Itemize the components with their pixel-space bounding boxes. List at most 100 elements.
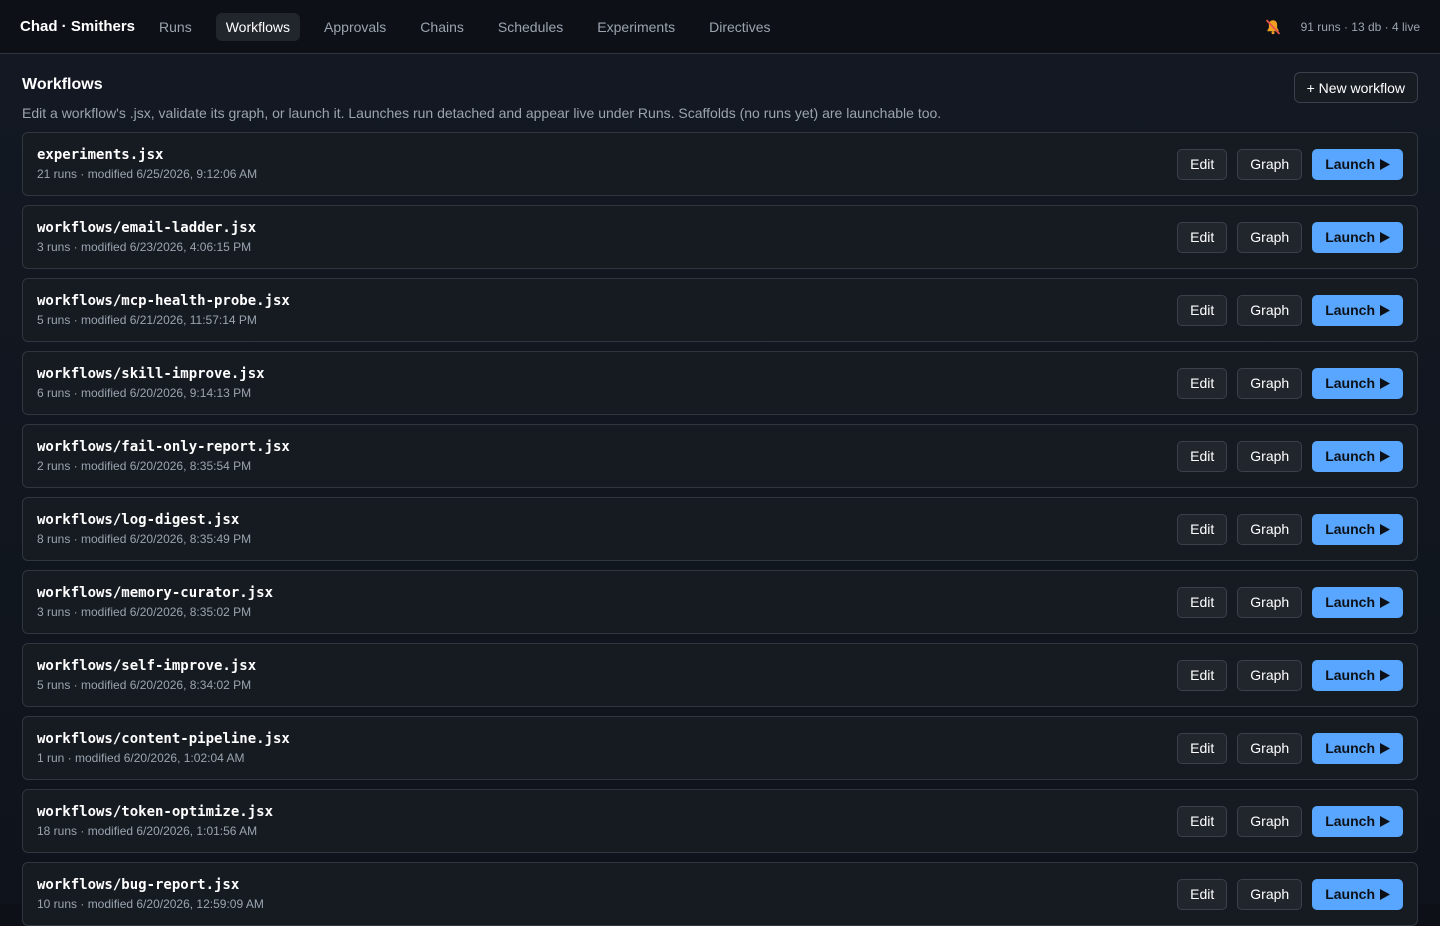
workflow-row: workflows/email-ladder.jsx 3 runs · modif… bbox=[22, 205, 1418, 269]
workflow-actions: Edit Graph Launch bbox=[1177, 367, 1403, 399]
bell-muted-icon[interactable] bbox=[1263, 17, 1283, 37]
page-description: Edit a workflow's .jsx, validate its gra… bbox=[22, 105, 942, 121]
launch-button[interactable]: Launch bbox=[1312, 878, 1403, 910]
play-icon bbox=[1380, 596, 1390, 608]
workflow-info: workflows/fail-only-report.jsx 2 runs · m… bbox=[37, 439, 290, 473]
workflow-actions: Edit Graph Launch bbox=[1177, 221, 1403, 253]
launch-button[interactable]: Launch bbox=[1312, 367, 1403, 399]
launch-button[interactable]: Launch bbox=[1312, 148, 1403, 180]
edit-button[interactable]: Edit bbox=[1177, 659, 1228, 691]
launch-label: Launch bbox=[1325, 667, 1375, 683]
nav-tab-experiments[interactable]: Experiments bbox=[587, 13, 685, 41]
edit-button[interactable]: Edit bbox=[1177, 805, 1228, 837]
edit-button[interactable]: Edit bbox=[1177, 294, 1228, 326]
launch-button[interactable]: Launch bbox=[1312, 732, 1403, 764]
nav-tab-schedules[interactable]: Schedules bbox=[488, 13, 573, 41]
play-icon bbox=[1380, 888, 1390, 900]
workflow-info: workflows/bug-report.jsx 10 runs · modifi… bbox=[37, 877, 264, 911]
top-bar: Chad · Smithers Runs Workflows Approvals… bbox=[0, 0, 1440, 54]
workflow-actions: Edit Graph Launch bbox=[1177, 440, 1403, 472]
new-workflow-button[interactable]: + New workflow bbox=[1293, 72, 1418, 103]
launch-button[interactable]: Launch bbox=[1312, 805, 1403, 837]
workflow-name: workflows/bug-report.jsx bbox=[37, 877, 240, 893]
workflow-name: workflows/skill-improve.jsx bbox=[37, 366, 265, 382]
graph-button[interactable]: Graph bbox=[1237, 586, 1303, 618]
workflow-info: workflows/skill-improve.jsx 6 runs · modi… bbox=[37, 366, 265, 400]
play-icon bbox=[1380, 523, 1390, 535]
nav-tab-directives[interactable]: Directives bbox=[699, 13, 780, 41]
workflow-actions: Edit Graph Launch bbox=[1177, 294, 1403, 326]
launch-label: Launch bbox=[1325, 813, 1375, 829]
edit-button[interactable]: Edit bbox=[1177, 148, 1228, 180]
workflow-meta: 5 runs · modified 6/20/2026, 8:34:02 PM bbox=[37, 678, 252, 692]
workflow-meta: 1 run · modified 6/20/2026, 1:02:04 AM bbox=[37, 751, 245, 765]
launch-label: Launch bbox=[1325, 375, 1375, 391]
workflow-actions: Edit Graph Launch bbox=[1177, 148, 1403, 180]
workflow-meta: 3 runs · modified 6/20/2026, 8:35:02 PM bbox=[37, 605, 252, 619]
workflow-actions: Edit Graph Launch bbox=[1177, 586, 1403, 618]
launch-button[interactable]: Launch bbox=[1312, 513, 1403, 545]
graph-button[interactable]: Graph bbox=[1237, 440, 1303, 472]
launch-label: Launch bbox=[1325, 594, 1375, 610]
workflow-list: experiments.jsx 21 runs · modified 6/25/2… bbox=[22, 132, 1418, 926]
launch-button[interactable]: Launch bbox=[1312, 221, 1403, 253]
graph-button[interactable]: Graph bbox=[1237, 878, 1303, 910]
workflow-name: workflows/email-ladder.jsx bbox=[37, 220, 257, 236]
workflow-info: workflows/token-optimize.jsx 18 runs · mo… bbox=[37, 804, 273, 838]
workflow-actions: Edit Graph Launch bbox=[1177, 513, 1403, 545]
workflow-name: experiments.jsx bbox=[37, 147, 164, 163]
launch-button[interactable]: Launch bbox=[1312, 659, 1403, 691]
page-title: Workflows bbox=[22, 76, 103, 93]
workflow-info: experiments.jsx 21 runs · modified 6/25/2… bbox=[37, 147, 257, 181]
workflow-row: workflows/skill-improve.jsx 6 runs · modi… bbox=[22, 351, 1418, 415]
edit-button[interactable]: Edit bbox=[1177, 440, 1228, 472]
workflow-meta: 18 runs · modified 6/20/2026, 1:01:56 AM bbox=[37, 824, 258, 838]
graph-button[interactable]: Graph bbox=[1237, 513, 1303, 545]
play-icon bbox=[1380, 377, 1390, 389]
launch-label: Launch bbox=[1325, 740, 1375, 756]
edit-button[interactable]: Edit bbox=[1177, 878, 1228, 910]
play-icon bbox=[1380, 450, 1390, 462]
nav-tab-chains[interactable]: Chains bbox=[410, 13, 474, 41]
edit-button[interactable]: Edit bbox=[1177, 586, 1228, 618]
workflow-row: workflows/self-improve.jsx 5 runs · modif… bbox=[22, 643, 1418, 707]
play-icon bbox=[1380, 158, 1390, 170]
graph-button[interactable]: Graph bbox=[1237, 294, 1303, 326]
workflow-info: workflows/mcp-health-probe.jsx 5 runs · m… bbox=[37, 293, 290, 327]
play-icon bbox=[1380, 304, 1390, 316]
workflow-info: workflows/content-pipeline.jsx 1 run · mo… bbox=[37, 731, 290, 765]
graph-button[interactable]: Graph bbox=[1237, 732, 1303, 764]
play-icon bbox=[1380, 669, 1390, 681]
workflow-row: workflows/bug-report.jsx 10 runs · modifi… bbox=[22, 862, 1418, 926]
workflow-row: experiments.jsx 21 runs · modified 6/25/2… bbox=[22, 132, 1418, 196]
launch-label: Launch bbox=[1325, 302, 1375, 318]
workflow-row: workflows/content-pipeline.jsx 1 run · mo… bbox=[22, 716, 1418, 780]
graph-button[interactable]: Graph bbox=[1237, 659, 1303, 691]
nav-tab-workflows[interactable]: Workflows bbox=[215, 12, 301, 41]
workflow-name: workflows/memory-curator.jsx bbox=[37, 585, 274, 601]
workflow-actions: Edit Graph Launch bbox=[1177, 805, 1403, 837]
launch-button[interactable]: Launch bbox=[1312, 440, 1403, 472]
edit-button[interactable]: Edit bbox=[1177, 367, 1228, 399]
launch-button[interactable]: Launch bbox=[1312, 586, 1403, 618]
edit-button[interactable]: Edit bbox=[1177, 513, 1228, 545]
workflow-meta: 3 runs · modified 6/23/2026, 4:06:15 PM bbox=[37, 240, 252, 254]
graph-button[interactable]: Graph bbox=[1237, 367, 1303, 399]
brand-name[interactable]: Chad · Smithers bbox=[20, 18, 135, 35]
workflow-row: workflows/token-optimize.jsx 18 runs · mo… bbox=[22, 789, 1418, 853]
nav-tab-approvals[interactable]: Approvals bbox=[314, 13, 396, 41]
edit-button[interactable]: Edit bbox=[1177, 732, 1228, 764]
page-header: Workflows Edit a workflow's .jsx, valida… bbox=[22, 54, 1418, 132]
workflow-name: workflows/token-optimize.jsx bbox=[37, 804, 274, 820]
workflow-info: workflows/log-digest.jsx 8 runs · modifie… bbox=[37, 512, 251, 546]
graph-button[interactable]: Graph bbox=[1237, 805, 1303, 837]
edit-button[interactable]: Edit bbox=[1177, 221, 1228, 253]
launch-button[interactable]: Launch bbox=[1312, 294, 1403, 326]
workflow-row: workflows/mcp-health-probe.jsx 5 runs · m… bbox=[22, 278, 1418, 342]
graph-button[interactable]: Graph bbox=[1237, 221, 1303, 253]
graph-button[interactable]: Graph bbox=[1237, 148, 1303, 180]
play-icon bbox=[1380, 231, 1390, 243]
workflow-meta: 5 runs · modified 6/21/2026, 11:57:14 PM bbox=[37, 313, 257, 327]
nav-tab-runs[interactable]: Runs bbox=[149, 13, 202, 41]
play-icon bbox=[1380, 742, 1390, 754]
